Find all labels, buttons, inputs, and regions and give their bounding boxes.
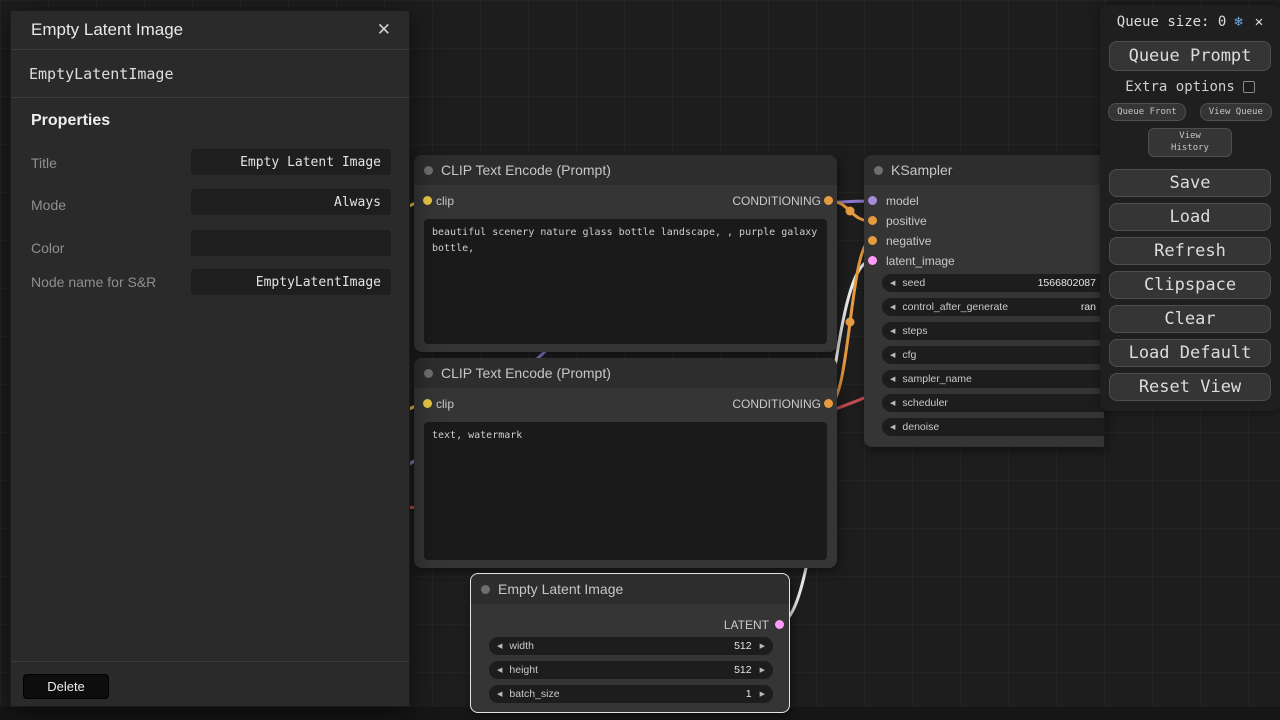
- queue-size-label: Queue size: 0: [1117, 14, 1227, 30]
- output-port-conditioning[interactable]: [824, 399, 833, 408]
- link-midpoint-dot[interactable]: [846, 207, 855, 216]
- node-title: KSampler: [891, 162, 952, 178]
- node-titlebar[interactable]: CLIP Text Encode (Prompt): [414, 155, 837, 185]
- delete-node-button[interactable]: Delete: [23, 674, 109, 699]
- input-port-negative[interactable]: [868, 236, 877, 245]
- queue-front-button[interactable]: Queue Front: [1108, 103, 1186, 121]
- field-label-node-name: Node name for S&R: [31, 272, 181, 292]
- arrow-left-icon[interactable]: ◀: [890, 399, 895, 407]
- comfyui-app: CLIP Text Encode (Prompt) clip CONDITION…: [0, 0, 1280, 720]
- save-button[interactable]: Save: [1109, 169, 1271, 197]
- clear-button[interactable]: Clear: [1109, 305, 1271, 333]
- arrow-left-icon[interactable]: ◀: [890, 327, 895, 335]
- input-label: clip: [436, 194, 454, 208]
- field-input-mode[interactable]: Always: [191, 189, 391, 215]
- input-port-clip[interactable]: [423, 399, 432, 408]
- input-label: positive: [886, 214, 927, 228]
- output-port-latent[interactable]: [775, 620, 784, 629]
- view-history-button[interactable]: View History: [1148, 128, 1232, 157]
- view-queue-button[interactable]: View Queue: [1200, 103, 1272, 121]
- widget-sampler-name[interactable]: ◀ sampler_name: [882, 370, 1104, 388]
- arrow-right-icon[interactable]: ▶: [760, 690, 765, 698]
- properties-footer: Delete: [11, 661, 409, 706]
- node-title: CLIP Text Encode (Prompt): [441, 365, 611, 381]
- arrow-left-icon[interactable]: ◀: [497, 666, 502, 674]
- node-titlebar[interactable]: CLIP Text Encode (Prompt): [414, 358, 837, 388]
- load-button[interactable]: Load: [1109, 203, 1271, 231]
- node-title: CLIP Text Encode (Prompt): [441, 162, 611, 178]
- field-label-mode: Mode: [31, 195, 181, 215]
- field-input-color[interactable]: [191, 230, 391, 256]
- collapse-dot-icon[interactable]: [424, 166, 433, 175]
- input-label: latent_image: [886, 254, 955, 268]
- node-ksampler[interactable]: KSampler model positive negative latent_…: [864, 155, 1104, 447]
- load-default-button[interactable]: Load Default: [1109, 339, 1271, 367]
- node-empty-latent-image[interactable]: Empty Latent Image LATENT ◀ width 512 ▶ …: [470, 573, 790, 713]
- arrow-left-icon[interactable]: ◀: [890, 279, 895, 287]
- output-port-conditioning[interactable]: [824, 196, 833, 205]
- field-input-node-name[interactable]: EmptyLatentImage: [191, 269, 391, 295]
- arrow-right-icon[interactable]: ▶: [760, 666, 765, 674]
- field-input-title[interactable]: Empty Latent Image: [191, 149, 391, 175]
- node-type-name: EmptyLatentImage: [11, 50, 409, 98]
- input-port-clip[interactable]: [423, 196, 432, 205]
- close-icon[interactable]: ✕: [377, 20, 391, 40]
- widget-scheduler[interactable]: ◀ scheduler: [882, 394, 1104, 412]
- output-label: LATENT: [724, 618, 769, 632]
- node-clip-text-encode-positive[interactable]: CLIP Text Encode (Prompt) clip CONDITION…: [414, 155, 837, 352]
- link-midpoint-dot[interactable]: [846, 318, 855, 327]
- properties-panel-title: Empty Latent Image: [31, 20, 183, 40]
- input-label: model: [886, 194, 919, 208]
- arrow-left-icon[interactable]: ◀: [890, 423, 895, 431]
- extra-options-label: Extra options: [1125, 79, 1235, 95]
- node-clip-text-encode-negative[interactable]: CLIP Text Encode (Prompt) clip CONDITION…: [414, 358, 837, 568]
- collapse-dot-icon[interactable]: [874, 166, 883, 175]
- node-title: Empty Latent Image: [498, 581, 623, 597]
- widget-cfg[interactable]: ◀ cfg: [882, 346, 1104, 364]
- input-port-latent-image[interactable]: [868, 256, 877, 265]
- arrow-left-icon[interactable]: ◀: [890, 351, 895, 359]
- arrow-left-icon[interactable]: ◀: [890, 303, 895, 311]
- node-properties-panel: Empty Latent Image ✕ EmptyLatentImage Pr…: [10, 10, 410, 707]
- arrow-right-icon[interactable]: ▶: [760, 642, 765, 650]
- extra-options-checkbox[interactable]: [1243, 81, 1255, 93]
- field-label-color: Color: [31, 238, 181, 258]
- settings-snowflake-icon[interactable]: ❄: [1234, 14, 1242, 30]
- properties-heading: Properties: [31, 112, 110, 130]
- widget-batch-size[interactable]: ◀ batch_size 1 ▶: [489, 685, 773, 703]
- arrow-left-icon[interactable]: ◀: [497, 690, 502, 698]
- prompt-text-widget[interactable]: beautiful scenery nature glass bottle la…: [424, 219, 827, 344]
- comfy-side-menu: Queue size: 0 ❄ ✕ Queue Prompt Extra opt…: [1100, 5, 1280, 411]
- arrow-left-icon[interactable]: ◀: [890, 375, 895, 383]
- input-label: negative: [886, 234, 931, 248]
- queue-prompt-button[interactable]: Queue Prompt: [1109, 41, 1271, 71]
- prompt-text-widget[interactable]: text, watermark: [424, 422, 827, 560]
- field-label-title: Title: [31, 153, 181, 173]
- input-port-positive[interactable]: [868, 216, 877, 225]
- widget-width[interactable]: ◀ width 512 ▶: [489, 637, 773, 655]
- widget-denoise[interactable]: ◀ denoise: [882, 418, 1104, 436]
- node-titlebar[interactable]: Empty Latent Image: [471, 574, 789, 604]
- output-label: CONDITIONING: [732, 194, 821, 208]
- output-label: CONDITIONING: [732, 397, 821, 411]
- refresh-button[interactable]: Refresh: [1109, 237, 1271, 265]
- input-port-model[interactable]: [868, 196, 877, 205]
- close-menu-icon[interactable]: ✕: [1255, 14, 1263, 30]
- widget-height[interactable]: ◀ height 512 ▶: [489, 661, 773, 679]
- widget-steps[interactable]: ◀ steps: [882, 322, 1104, 340]
- clipspace-button[interactable]: Clipspace: [1109, 271, 1271, 299]
- widget-seed[interactable]: ◀ seed 1566802087: [882, 274, 1104, 292]
- collapse-dot-icon[interactable]: [481, 585, 490, 594]
- widget-control-after-generate[interactable]: ◀ control_after_generate ran: [882, 298, 1104, 316]
- node-titlebar[interactable]: KSampler: [864, 155, 1104, 185]
- input-label: clip: [436, 397, 454, 411]
- collapse-dot-icon[interactable]: [424, 369, 433, 378]
- arrow-left-icon[interactable]: ◀: [497, 642, 502, 650]
- reset-view-button[interactable]: Reset View: [1109, 373, 1271, 401]
